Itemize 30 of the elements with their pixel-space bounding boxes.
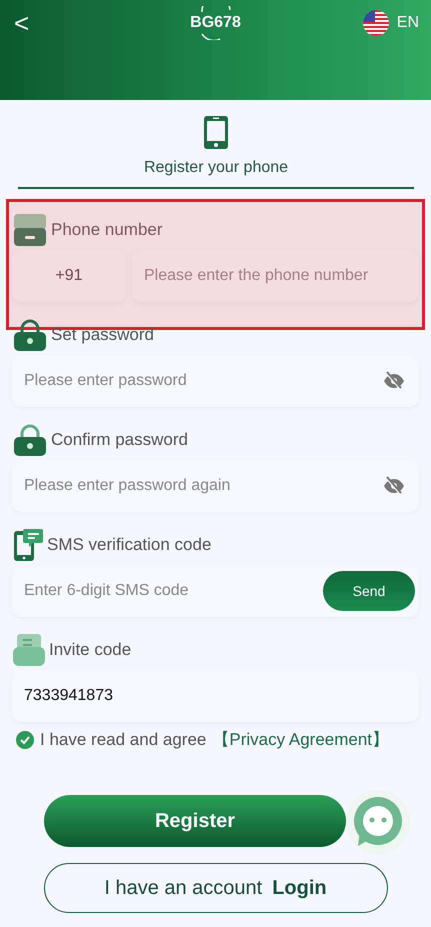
- drawer-icon: [13, 214, 47, 246]
- send-button[interactable]: Send: [323, 571, 415, 611]
- check-icon[interactable]: [16, 730, 34, 748]
- field-label: Phone number: [51, 220, 163, 240]
- agreement-text: I have read and agree: [40, 730, 206, 750]
- register-phone-tab[interactable]: Register your phone: [18, 116, 414, 189]
- envelope-icon: [13, 634, 45, 666]
- lock-icon: [13, 319, 47, 351]
- sms-phone-icon: [13, 529, 43, 561]
- field-label: Confirm password: [51, 430, 188, 450]
- password-input[interactable]: Please enter password again: [12, 460, 419, 512]
- field-label: Invite code: [49, 640, 132, 660]
- eye-off-icon[interactable]: [383, 476, 405, 496]
- field-label: SMS verification code: [47, 535, 212, 555]
- language-selector[interactable]: EN: [362, 10, 419, 36]
- phone-input[interactable]: Please enter the phone number: [132, 250, 419, 302]
- back-button[interactable]: <: [14, 10, 30, 36]
- password-input[interactable]: Please enter password: [12, 355, 419, 407]
- lock-icon: [13, 424, 47, 456]
- phone-icon: [204, 116, 228, 149]
- logo: BG678: [186, 6, 246, 40]
- country-code-field[interactable]: +91: [12, 250, 126, 302]
- eye-off-icon[interactable]: [383, 371, 405, 391]
- flag-icon: [362, 10, 389, 36]
- invite-code-input[interactable]: 7333941873: [12, 670, 419, 722]
- login-button[interactable]: I have an account Login: [44, 863, 388, 913]
- chat-bubble-icon[interactable]: [346, 790, 410, 854]
- register-button[interactable]: Register: [44, 795, 346, 847]
- privacy-link[interactable]: 【Privacy Agreement】: [212, 728, 390, 751]
- field-label: Set password: [51, 325, 154, 345]
